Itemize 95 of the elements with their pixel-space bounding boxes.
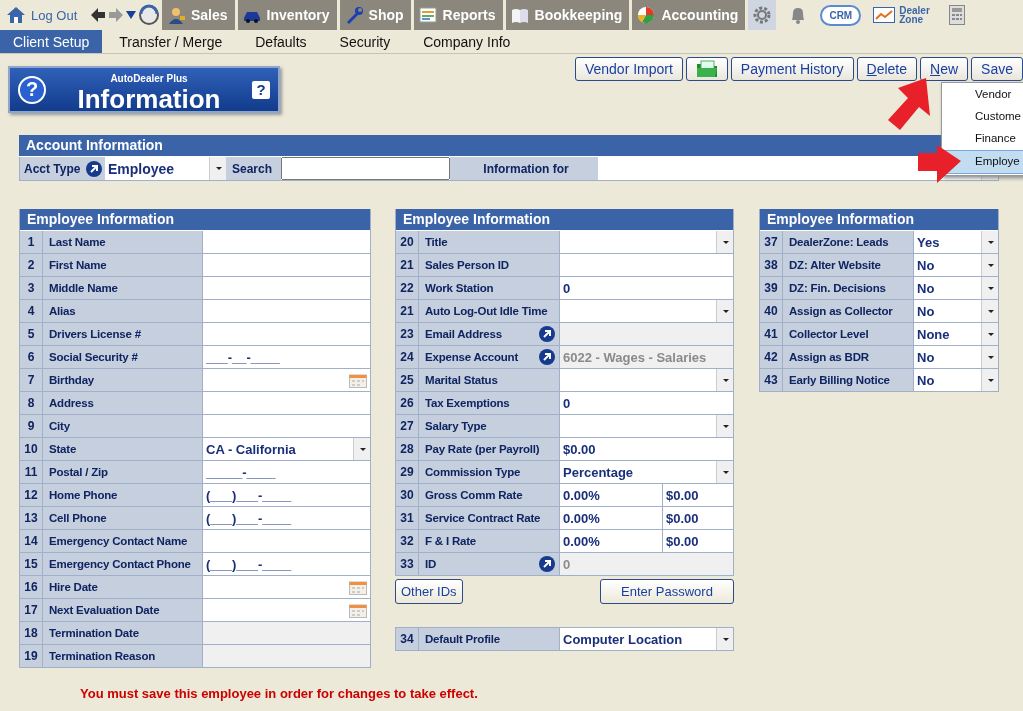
field-label: Search	[226, 157, 281, 180]
row-number: 30	[396, 484, 419, 506]
field-label: Pay Rate (per Payroll)	[425, 443, 540, 455]
field-label: Assign as Collector	[789, 305, 893, 317]
row-number: 34	[396, 628, 419, 650]
row-number: 25	[396, 369, 419, 391]
row-number: 21	[396, 300, 419, 322]
field-label: Marital Status	[425, 374, 498, 386]
row-number: 7	[20, 369, 43, 391]
field-label: First Name	[49, 259, 107, 271]
field-label: Gross Comm Rate	[425, 489, 523, 501]
field-label: Emergency Contact Phone	[49, 558, 191, 570]
field-label: Termination Date	[49, 627, 139, 639]
row-number: 17	[20, 599, 43, 621]
row-number: 10	[20, 438, 43, 460]
field-label: Middle Name	[49, 282, 118, 294]
field-label: Early Billing Notice	[789, 374, 890, 386]
row-number: 39	[760, 277, 783, 299]
field-label: DealerZone: Leads	[789, 236, 889, 248]
readonly-field: 0	[560, 553, 733, 575]
field-label: DZ: Fin. Decisions	[789, 282, 886, 294]
field-label: Sales Person ID	[425, 259, 509, 271]
field-label: Commission Type	[425, 466, 521, 478]
row-number: 1	[20, 231, 43, 253]
row-number: 29	[396, 461, 419, 483]
row-number: 42	[760, 346, 783, 368]
row-number: 6	[20, 346, 43, 368]
field-label: Home Phone	[49, 489, 118, 501]
field-label: Collector Level	[789, 328, 869, 340]
row-number: 16	[20, 576, 43, 598]
field-label: DZ: Alter Website	[789, 259, 881, 271]
row-number: 5	[20, 323, 43, 345]
section-header: Employee Information	[396, 209, 733, 231]
field-label: Birthday	[49, 374, 95, 386]
row-number: 43	[760, 369, 783, 391]
row-number: 13	[20, 507, 43, 529]
row-number: 27	[396, 415, 419, 437]
field-label: Information for	[450, 157, 598, 180]
row-number: 11	[20, 461, 43, 483]
field-label: Last Name	[49, 236, 106, 248]
row-number: 12	[20, 484, 43, 506]
field-label: State	[49, 443, 77, 455]
row-number: 23	[396, 323, 419, 345]
row-number: 8	[20, 392, 43, 414]
row-number: 37	[760, 231, 783, 253]
row-number: 31	[396, 507, 419, 529]
section-header: Employee Information	[20, 209, 370, 231]
field-label: F & I Rate	[425, 535, 477, 547]
field-label: Tax Exemptions	[425, 397, 510, 409]
field-label: Social Security #	[49, 351, 138, 363]
warning-message: You must save this employee in order for changes to take effect.	[80, 686, 478, 701]
field-label: Assign as BDR	[789, 351, 869, 363]
field-label: Emergency Contact Name	[49, 535, 188, 547]
section-header: Employee Information	[760, 209, 998, 231]
row-number: 22	[396, 277, 419, 299]
field-label: Work Station	[425, 282, 494, 294]
row-number: 33	[396, 553, 419, 575]
row-number: 3	[20, 277, 43, 299]
page-title: Information	[76, 85, 222, 112]
row-number: 14	[20, 530, 43, 552]
row-number: 2	[20, 254, 43, 276]
field-label: Hire Date	[49, 581, 98, 593]
row-number: 19	[20, 645, 43, 667]
row-number: 38	[760, 254, 783, 276]
field-label: Salary Type	[425, 420, 487, 432]
field-label: Email Address	[425, 328, 502, 340]
field-label: Expense Account	[425, 351, 519, 363]
row-number: 9	[20, 415, 43, 437]
row-number: 21	[396, 254, 419, 276]
row-number: 15	[20, 553, 43, 575]
row-number: 32	[396, 530, 419, 552]
field-label: Service Contract Rate	[425, 512, 541, 524]
field-label: City	[49, 420, 70, 432]
logo-brand: AutoDealer Plus	[110, 72, 188, 84]
field-label: Drivers License #	[49, 328, 141, 340]
row-number: 20	[396, 231, 419, 253]
field-label: Title	[425, 236, 448, 248]
field-label: Auto Log-Out Idle Time	[425, 305, 548, 317]
field-label: Alias	[49, 305, 76, 317]
row-number: 4	[20, 300, 43, 322]
field-label: Address	[49, 397, 94, 409]
row-number: 28	[396, 438, 419, 460]
field-label: Default Profile	[425, 633, 500, 645]
row-number: 41	[760, 323, 783, 345]
field-label: Acct Type	[20, 157, 84, 180]
row-number: 40	[760, 300, 783, 322]
field-label: Termination Reason	[49, 650, 156, 662]
row-number: 26	[396, 392, 419, 414]
readonly-field: 6022 - Wages - Salaries	[560, 346, 733, 368]
row-number: 18	[20, 622, 43, 644]
row-number: 24	[396, 346, 419, 368]
field-label: Cell Phone	[49, 512, 107, 524]
field-label: Next Evaluation Date	[49, 604, 160, 616]
field-label: Postal / Zip	[49, 466, 108, 478]
field-label: ID	[425, 558, 437, 570]
